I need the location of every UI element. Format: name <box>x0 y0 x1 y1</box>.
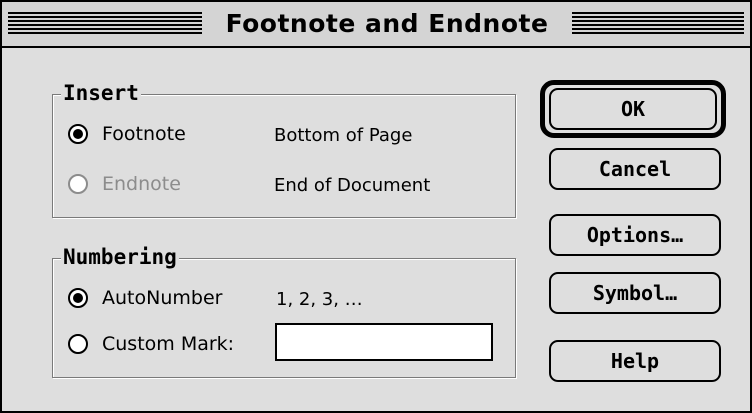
autonumber-description: 1, 2, 3, … <box>276 289 363 310</box>
cancel-button[interactable]: Cancel <box>549 148 721 190</box>
dialog-title: Footnote and Endnote <box>202 6 572 42</box>
insert-legend: Insert <box>61 81 141 105</box>
insert-group: Insert <box>52 81 516 218</box>
footnote-dialog: Footnote and Endnote Insert Footnote Bot… <box>0 0 752 413</box>
footnote-label[interactable]: Footnote <box>102 122 186 146</box>
endnote-description: End of Document <box>274 175 431 196</box>
endnote-label[interactable]: Endnote <box>102 172 181 196</box>
symbol-button[interactable]: Symbol… <box>549 272 721 314</box>
title-bar-stripes-left <box>8 12 202 36</box>
title-bar[interactable]: Footnote and Endnote <box>2 2 750 48</box>
help-button[interactable]: Help <box>549 340 721 382</box>
title-bar-stripes-right <box>572 12 744 36</box>
custom-mark-radio[interactable] <box>68 334 88 354</box>
footnote-radio[interactable] <box>68 124 88 144</box>
custom-mark-label[interactable]: Custom Mark: <box>102 332 234 356</box>
autonumber-radio[interactable] <box>68 288 88 308</box>
options-button[interactable]: Options… <box>549 214 721 256</box>
endnote-radio[interactable] <box>68 174 88 194</box>
numbering-legend: Numbering <box>61 245 179 269</box>
footnote-description: Bottom of Page <box>274 125 413 146</box>
ok-button[interactable]: OK <box>549 88 717 130</box>
custom-mark-input[interactable] <box>275 323 493 361</box>
autonumber-label[interactable]: AutoNumber <box>102 286 222 310</box>
